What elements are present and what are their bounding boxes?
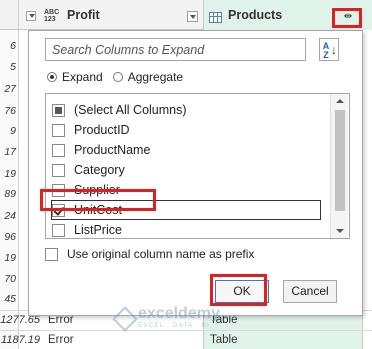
row-number: 9 <box>10 125 16 137</box>
select-all-checkbox[interactable] <box>52 103 65 117</box>
expand-radio-label[interactable]: Expand <box>62 70 103 84</box>
row-number: 96 <box>4 231 16 243</box>
prefix-option[interactable]: Use original column name as prefix <box>45 246 254 262</box>
columns-list: (Select All Columns) ProductID ProductNa… <box>45 93 350 239</box>
row-number: 5 <box>10 61 16 73</box>
sort-az-icon: A Z <box>322 41 330 60</box>
scroll-down-arrow-icon[interactable] <box>331 224 349 238</box>
expand-radio[interactable] <box>47 72 57 82</box>
watermark-tagline: EXCEL · DATA · BI <box>138 322 210 329</box>
row-number: 6 <box>10 40 16 52</box>
mode-radio-group: Expand Aggregate <box>47 69 193 85</box>
any-type-icon[interactable]: ABC 123 <box>44 9 59 23</box>
list-item-productid[interactable]: ProductID <box>52 121 130 139</box>
row-number: 89 <box>4 188 16 200</box>
row-index-header <box>0 0 19 30</box>
expand-columns-popup: A Z ↓ Expand Aggregate (Select All Colum… <box>28 30 363 316</box>
profit-cell: 1187.19 <box>1 334 40 346</box>
prefix-label: Use original column name as prefix <box>67 247 255 261</box>
productid-checkbox[interactable] <box>52 123 65 137</box>
error-cell[interactable]: Error <box>48 334 74 346</box>
aggregate-radio[interactable] <box>112 72 123 82</box>
search-box[interactable] <box>45 38 306 61</box>
list-scrollbar[interactable] <box>330 94 348 238</box>
scroll-thumb[interactable] <box>335 110 345 211</box>
expand-button-highlight <box>332 8 362 28</box>
row-number: 24 <box>4 210 16 222</box>
unitcost-highlight <box>40 189 156 211</box>
watermark: exceldemy EXCEL · DATA · BI <box>114 306 220 330</box>
list-item-label: ProductID <box>74 123 130 137</box>
previous-column-filter-dropdown[interactable] <box>26 11 36 21</box>
column-edge <box>362 30 372 349</box>
list-item-label: Category <box>74 163 125 177</box>
ok-button-highlight <box>210 274 267 306</box>
category-checkbox[interactable] <box>52 163 65 177</box>
row-number: 27 <box>4 83 16 95</box>
sort-az-button[interactable]: A Z ↓ <box>319 38 339 61</box>
row-number: 17 <box>4 146 16 158</box>
search-columns-input[interactable] <box>46 39 305 60</box>
column-header-row: ABC 123 Profit Products ⇹ <box>0 0 372 30</box>
prefix-checkbox[interactable] <box>45 247 58 261</box>
row-number: 19 <box>4 252 16 264</box>
row-index-column: 6 5 27 76 9 17 19 89 24 96 19 70 45 <box>0 30 19 349</box>
list-item-label: ProductName <box>74 143 151 157</box>
row-number: 76 <box>4 105 16 117</box>
scroll-up-arrow-icon[interactable] <box>331 94 349 108</box>
listprice-checkbox[interactable] <box>52 223 65 237</box>
row-number: 70 <box>4 273 16 285</box>
row-number: 19 <box>4 168 16 180</box>
cancel-button[interactable]: Cancel <box>283 280 337 303</box>
aggregate-radio-label[interactable]: Aggregate <box>128 70 183 84</box>
list-item-listprice[interactable]: ListPrice <box>52 221 122 238</box>
list-item-label: ListPrice <box>74 223 122 237</box>
list-item-select-all[interactable]: (Select All Columns) <box>52 101 187 119</box>
row-number: 45 <box>4 293 16 305</box>
sort-arrow-icon: ↓ <box>331 43 337 57</box>
list-item-category[interactable]: Category <box>52 161 125 179</box>
profit-filter-dropdown[interactable] <box>187 11 198 22</box>
watermark-name: exceldemy <box>138 305 220 322</box>
products-cell[interactable]: Table <box>203 331 362 349</box>
table-row: 1187.19 Error Table <box>0 330 372 349</box>
products-column-label: Products <box>228 8 283 22</box>
table-type-icon <box>209 12 222 23</box>
list-item-productname[interactable]: ProductName <box>52 141 150 159</box>
productname-checkbox[interactable] <box>52 143 65 157</box>
profit-column-header[interactable]: Profit <box>67 8 100 22</box>
list-item-label: (Select All Columns) <box>74 103 187 117</box>
exceldemy-logo-icon <box>114 309 134 327</box>
